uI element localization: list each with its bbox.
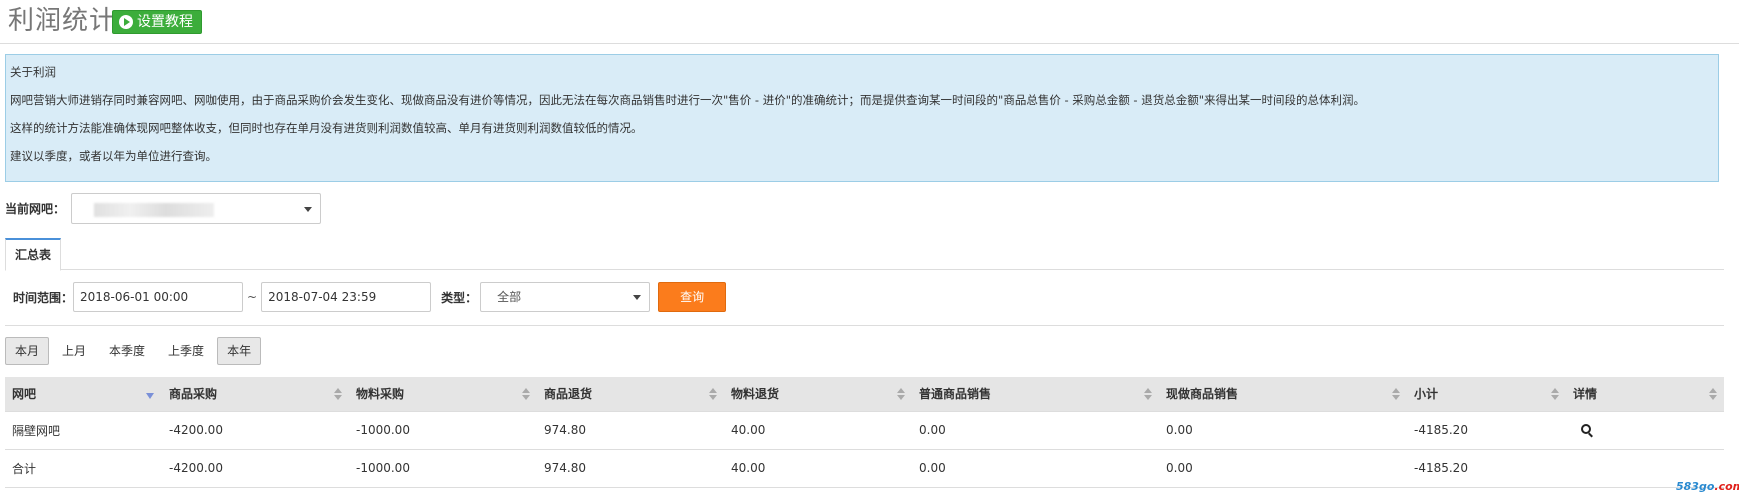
- column-header-product-return[interactable]: 商品退货: [537, 377, 724, 412]
- search-icon[interactable]: [1581, 424, 1591, 434]
- sort-icon: [1551, 388, 1559, 400]
- tutorial-button-label: 设置教程: [137, 14, 193, 30]
- column-header-details[interactable]: 详情: [1566, 377, 1724, 412]
- sort-desc-icon: [146, 393, 154, 399]
- info-line-1: 网吧营销大师进销存同时兼容网吧、网咖使用，由于商品采购价会发生变化、现做商品没有…: [10, 93, 1366, 107]
- tab-summary[interactable]: 汇总表: [5, 238, 61, 271]
- cell-material-return: 40.00: [724, 411, 912, 450]
- cell-subtotal: -4185.20: [1407, 411, 1566, 450]
- period-this-quarter-button[interactable]: 本季度: [99, 337, 155, 365]
- info-box: 关于利润 网吧营销大师进销存同时兼容网吧、网咖使用，由于商品采购价会发生变化、现…: [5, 54, 1719, 182]
- header: 利润统计 设置教程: [0, 0, 1739, 44]
- period-last-month-button[interactable]: 上月: [52, 337, 96, 365]
- cafe-name-redacted: [94, 202, 215, 217]
- type-label: 类型：: [441, 290, 478, 305]
- cafe-select[interactable]: [71, 192, 322, 224]
- cell-cafe: 隔壁网吧: [5, 411, 162, 450]
- column-header-label: 小计: [1414, 387, 1439, 402]
- cell-material-purchase: -1000.00: [349, 411, 537, 450]
- table-row: 隔壁网吧 -4200.00 -1000.00 974.80 40.00 0.00…: [5, 411, 1724, 450]
- divider: [5, 325, 1724, 326]
- filter-row: 时间范围： ~ 类型： 全部 查询: [13, 282, 727, 312]
- end-date-input[interactable]: [261, 282, 432, 312]
- sort-icon: [522, 388, 530, 400]
- column-header-product-purchase[interactable]: 商品采购: [162, 377, 349, 412]
- column-header-material-return[interactable]: 物料退货: [724, 377, 912, 412]
- cafe-label: 当前网吧：: [5, 201, 66, 216]
- cell-product-return: 974.80: [537, 449, 724, 488]
- sort-icon: [334, 388, 342, 400]
- sort-icon: [709, 388, 717, 400]
- caret-down-icon: [304, 206, 313, 212]
- cell-normal-sales: 0.00: [912, 449, 1159, 488]
- column-header-label: 物料采购: [356, 387, 405, 402]
- cell-normal-sales: 0.00: [912, 411, 1159, 450]
- table-header-row: 网吧 商品采购 物料采购 商品退货 物料退货 普通商品销售 现做商品销售 小计 …: [5, 377, 1724, 412]
- column-header-label: 商品退货: [544, 387, 593, 402]
- cell-product-purchase: -4200.00: [162, 411, 349, 450]
- sort-icon: [1709, 388, 1717, 400]
- column-header-normal-sales[interactable]: 普通商品销售: [912, 377, 1159, 412]
- sort-icon: [897, 388, 905, 400]
- cell-made-sales: 0.00: [1159, 449, 1407, 488]
- period-buttons: 本月 上月 本季度 上季度 本年: [5, 337, 264, 365]
- page-title: 利润统计: [8, 6, 117, 36]
- column-header-label: 网吧: [12, 387, 37, 402]
- tutorial-button[interactable]: 设置教程: [112, 10, 202, 34]
- period-last-quarter-button[interactable]: 上季度: [158, 337, 214, 365]
- watermark-main: 583go: [1676, 480, 1715, 493]
- cafe-row: 当前网吧：: [5, 192, 322, 224]
- type-select-value: 全部: [497, 290, 522, 304]
- period-this-year-button[interactable]: 本年: [217, 337, 262, 365]
- sort-icon: [1392, 388, 1400, 400]
- query-button[interactable]: 查询: [658, 282, 727, 312]
- play-icon: [119, 15, 133, 29]
- profit-table: 网吧 商品采购 物料采购 商品退货 物料退货 普通商品销售 现做商品销售 小计 …: [5, 377, 1724, 488]
- caret-down-icon: [633, 295, 642, 300]
- time-range-label: 时间范围：: [13, 290, 74, 305]
- watermark: 583go.com: [1676, 480, 1739, 493]
- column-header-cafe[interactable]: 网吧: [5, 377, 162, 412]
- cell-product-return: 974.80: [537, 411, 724, 450]
- column-header-label: 物料退货: [731, 387, 780, 402]
- sort-icon: [1144, 388, 1152, 400]
- cell-made-sales: 0.00: [1159, 411, 1407, 450]
- start-date-input[interactable]: [73, 282, 244, 312]
- tab-bar: 汇总表: [5, 238, 1724, 271]
- cell-details: [1566, 411, 1724, 450]
- info-heading: 关于利润: [10, 65, 56, 79]
- column-header-made-sales[interactable]: 现做商品销售: [1159, 377, 1407, 412]
- type-select[interactable]: 全部: [480, 282, 651, 312]
- info-line-3: 建议以季度，或者以年为单位进行查询。: [10, 149, 217, 163]
- column-header-label: 现做商品销售: [1166, 387, 1239, 402]
- column-header-label: 普通商品销售: [919, 387, 992, 402]
- cell-material-purchase: -1000.00: [349, 449, 537, 488]
- period-this-month-button[interactable]: 本月: [5, 337, 50, 365]
- column-header-label: 商品采购: [169, 387, 218, 402]
- range-separator: ~: [247, 290, 258, 304]
- table-row-total: 合计 -4200.00 -1000.00 974.80 40.00 0.00 0…: [5, 449, 1724, 488]
- cell-material-return: 40.00: [724, 449, 912, 488]
- cell-cafe: 合计: [5, 449, 162, 488]
- cell-subtotal: -4185.20: [1407, 449, 1566, 488]
- column-header-subtotal[interactable]: 小计: [1407, 377, 1566, 412]
- cell-product-purchase: -4200.00: [162, 449, 349, 488]
- column-header-material-purchase[interactable]: 物料采购: [349, 377, 537, 412]
- info-line-2: 这样的统计方法能准确体现网吧整体收支，但同时也存在单月没有进货则利润数值较高、单…: [10, 121, 643, 135]
- column-header-label: 详情: [1573, 387, 1598, 402]
- watermark-suffix: .com: [1714, 480, 1739, 493]
